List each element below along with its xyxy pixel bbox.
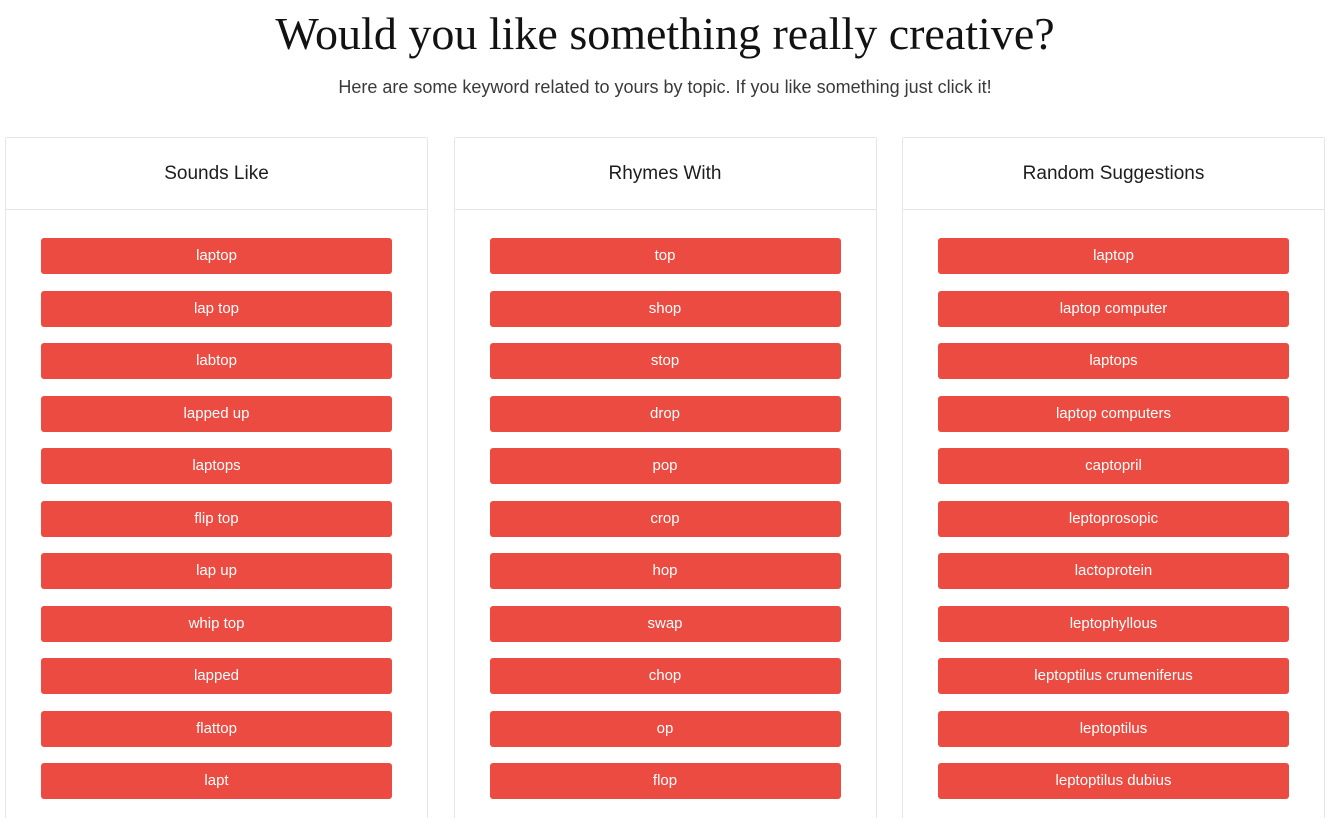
keyword-button[interactable]: lapped up — [41, 395, 392, 432]
keyword-button[interactable]: flattop — [41, 710, 392, 747]
keyword-button[interactable]: labtop — [41, 343, 392, 379]
keyword-button[interactable]: laptops — [938, 343, 1289, 379]
keyword-button[interactable]: shop — [489, 290, 841, 327]
page-header: Would you like something really creative… — [0, 0, 1330, 100]
keyword-button[interactable]: crop — [489, 500, 841, 537]
keyword-button[interactable]: leptoptilus crumeniferus — [938, 658, 1289, 694]
keyword-button[interactable]: laptop computer — [938, 290, 1289, 327]
keyword-button[interactable]: laptop — [41, 238, 392, 274]
keyword-button[interactable]: lactoprotein — [938, 553, 1289, 589]
card-sounds-like: Sounds Like laptop lap top labtop lapped… — [5, 137, 428, 818]
card-header-random-suggestions: Random Suggestions — [903, 138, 1324, 210]
card-header-rhymes-with: Rhymes With — [454, 138, 876, 210]
card-body-sounds-like: laptop lap top labtop lapped up laptops … — [6, 210, 427, 818]
keyword-button[interactable]: captopril — [938, 448, 1289, 484]
card-rhymes-with: Rhymes With top shop stop drop pop crop … — [453, 137, 877, 818]
keyword-button[interactable]: leptoptilus — [938, 710, 1289, 747]
keyword-button[interactable]: lap up — [41, 553, 392, 589]
card-header-sounds-like: Sounds Like — [6, 138, 427, 210]
card-title-rhymes-with: Rhymes With — [608, 162, 722, 184]
keyword-suggestions-page: Would you like something really creative… — [0, 0, 1330, 818]
keyword-button[interactable]: chop — [489, 658, 841, 694]
keyword-button[interactable]: laptops — [41, 448, 392, 484]
keyword-button[interactable]: pop — [489, 448, 841, 484]
keyword-button[interactable]: lapt — [41, 763, 392, 799]
keyword-button[interactable]: flip top — [41, 500, 392, 537]
keyword-button[interactable]: op — [489, 710, 841, 747]
keyword-button[interactable]: hop — [489, 553, 841, 589]
keyword-button[interactable]: stop — [489, 343, 841, 379]
keyword-button[interactable]: flop — [489, 763, 841, 799]
page-subtitle: Here are some keyword related to yours b… — [338, 77, 992, 97]
card-body-random-suggestions: laptop laptop computer laptops laptop co… — [903, 210, 1324, 818]
suggestion-columns: Sounds Like laptop lap top labtop lapped… — [5, 137, 1325, 818]
card-title-random-suggestions: Random Suggestions — [1022, 162, 1205, 184]
keyword-button[interactable]: lap top — [41, 290, 392, 327]
card-random-suggestions: Random Suggestions laptop laptop compute… — [902, 137, 1325, 818]
keyword-button[interactable]: top — [489, 238, 841, 274]
keyword-button[interactable]: laptop computers — [938, 395, 1289, 432]
card-title-sounds-like: Sounds Like — [164, 162, 269, 184]
keyword-button[interactable]: leptophyllous — [938, 605, 1289, 642]
keyword-button[interactable]: drop — [489, 395, 841, 432]
card-body-rhymes-with: top shop stop drop pop crop hop swap cho… — [455, 210, 876, 818]
keyword-button[interactable]: leptoprosopic — [938, 500, 1289, 537]
keyword-button[interactable]: swap — [489, 605, 841, 642]
keyword-button[interactable]: whip top — [41, 605, 392, 642]
keyword-button[interactable]: leptoptilus dubius — [938, 763, 1289, 799]
page-title: Would you like something really creative… — [275, 8, 1055, 59]
keyword-button[interactable]: laptop — [938, 238, 1289, 274]
keyword-button[interactable]: lapped — [41, 658, 392, 694]
